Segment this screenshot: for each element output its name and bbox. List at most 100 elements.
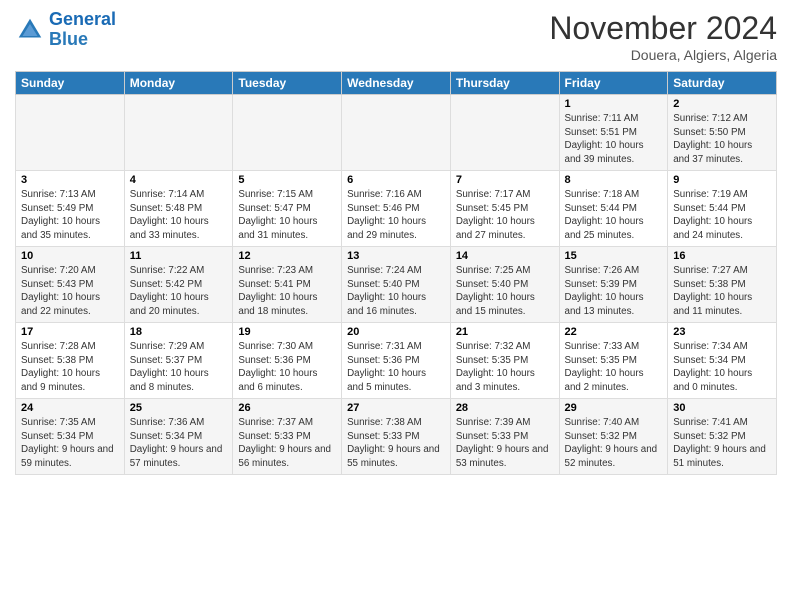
calendar-week-row: 1Sunrise: 7:11 AM Sunset: 5:51 PM Daylig… xyxy=(16,95,777,171)
day-info: Sunrise: 7:22 AM Sunset: 5:42 PM Dayligh… xyxy=(130,264,228,319)
day-info: Sunrise: 7:16 AM Sunset: 5:46 PM Dayligh… xyxy=(347,188,445,243)
calendar-week-row: 17 Sunrise: 7:28 AM Sunset: 5:38 PM Dayli… xyxy=(16,323,777,399)
day-number: 22 xyxy=(565,326,663,338)
calendar-day-cell: 28 Sunrise: 7:39 AM Sunset: 5:33 PM Dayli… xyxy=(450,399,559,475)
day-number: 13 xyxy=(347,250,445,262)
day-number: 12 xyxy=(238,250,336,262)
calendar-week-row: 3 Sunrise: 7:13 AM Sunset: 5:49 PM Daylig… xyxy=(16,171,777,247)
calendar-day-cell: 19Sunrise: 7:30 AM Sunset: 5:36 PM Dayli… xyxy=(233,323,342,399)
weekday-header-cell: Tuesday xyxy=(233,72,342,95)
day-info: Sunrise: 7:32 AM Sunset: 5:35 PM Dayligh… xyxy=(456,340,554,395)
day-info: Sunrise: 7:41 AM Sunset: 5:32 PM Dayligh… xyxy=(673,416,771,471)
day-info: Sunrise: 7:34 AM Sunset: 5:34 PM Dayligh… xyxy=(673,340,771,395)
day-number: 20 xyxy=(347,326,445,338)
calendar-day-cell: 14Sunrise: 7:25 AM Sunset: 5:40 PM Dayli… xyxy=(450,247,559,323)
logo-line1: General xyxy=(49,9,116,29)
weekday-header-cell: Saturday xyxy=(668,72,777,95)
calendar-day-cell: 24Sunrise: 7:35 AM Sunset: 5:34 PM Dayli… xyxy=(16,399,125,475)
day-info: Sunrise: 7:13 AM Sunset: 5:49 PM Dayligh… xyxy=(21,188,119,243)
day-info: Sunrise: 7:15 AM Sunset: 5:47 PM Dayligh… xyxy=(238,188,336,243)
day-number: 15 xyxy=(565,250,663,262)
calendar-day-cell: 13 Sunrise: 7:24 AM Sunset: 5:40 PM Dayli… xyxy=(342,247,451,323)
day-number: 16 xyxy=(673,250,771,262)
calendar-day-cell xyxy=(124,95,233,171)
day-number: 6 xyxy=(347,174,445,186)
day-number: 23 xyxy=(673,326,771,338)
calendar-day-cell: 18 Sunrise: 7:29 AM Sunset: 5:37 PM Dayli… xyxy=(124,323,233,399)
day-info: Sunrise: 7:24 AM Sunset: 5:40 PM Dayligh… xyxy=(347,264,445,319)
day-number: 29 xyxy=(565,402,663,414)
logo-text: General Blue xyxy=(49,10,116,50)
location: Douera, Algiers, Algeria xyxy=(549,47,777,63)
day-info: Sunrise: 7:40 AM Sunset: 5:32 PM Dayligh… xyxy=(565,416,663,471)
day-number: 28 xyxy=(456,402,554,414)
day-info: Sunrise: 7:38 AM Sunset: 5:33 PM Dayligh… xyxy=(347,416,445,471)
day-number: 18 xyxy=(130,326,228,338)
day-number: 9 xyxy=(673,174,771,186)
calendar-day-cell: 10 Sunrise: 7:20 AM Sunset: 5:43 PM Dayli… xyxy=(16,247,125,323)
calendar-day-cell xyxy=(342,95,451,171)
calendar-day-cell: 16 Sunrise: 7:27 AM Sunset: 5:38 PM Dayli… xyxy=(668,247,777,323)
day-info: Sunrise: 7:27 AM Sunset: 5:38 PM Dayligh… xyxy=(673,264,771,319)
day-number: 3 xyxy=(21,174,119,186)
day-number: 10 xyxy=(21,250,119,262)
calendar-day-cell: 30 Sunrise: 7:41 AM Sunset: 5:32 PM Dayli… xyxy=(668,399,777,475)
day-number: 8 xyxy=(565,174,663,186)
day-number: 7 xyxy=(456,174,554,186)
page-container: General Blue November 2024 Douera, Algie… xyxy=(0,0,792,485)
calendar-day-cell xyxy=(450,95,559,171)
calendar-day-cell: 7 Sunrise: 7:17 AM Sunset: 5:45 PM Daylig… xyxy=(450,171,559,247)
calendar-day-cell: 29 Sunrise: 7:40 AM Sunset: 5:32 PM Dayli… xyxy=(559,399,668,475)
day-number: 27 xyxy=(347,402,445,414)
calendar-body: 1Sunrise: 7:11 AM Sunset: 5:51 PM Daylig… xyxy=(16,95,777,475)
calendar-header-row: SundayMondayTuesdayWednesdayThursdayFrid… xyxy=(16,72,777,95)
day-info: Sunrise: 7:20 AM Sunset: 5:43 PM Dayligh… xyxy=(21,264,119,319)
page-header: General Blue November 2024 Douera, Algie… xyxy=(15,10,777,63)
day-number: 2 xyxy=(673,98,771,110)
logo-icon xyxy=(15,15,45,45)
calendar-day-cell: 25Sunrise: 7:36 AM Sunset: 5:34 PM Dayli… xyxy=(124,399,233,475)
calendar-day-cell: 26 Sunrise: 7:37 AM Sunset: 5:33 PM Dayli… xyxy=(233,399,342,475)
weekday-header-cell: Wednesday xyxy=(342,72,451,95)
day-info: Sunrise: 7:26 AM Sunset: 5:39 PM Dayligh… xyxy=(565,264,663,319)
calendar-day-cell: 6 Sunrise: 7:16 AM Sunset: 5:46 PM Daylig… xyxy=(342,171,451,247)
day-number: 30 xyxy=(673,402,771,414)
day-number: 26 xyxy=(238,402,336,414)
day-info: Sunrise: 7:37 AM Sunset: 5:33 PM Dayligh… xyxy=(238,416,336,471)
calendar-day-cell: 9 Sunrise: 7:19 AM Sunset: 5:44 PM Daylig… xyxy=(668,171,777,247)
month-title: November 2024 xyxy=(549,10,777,47)
calendar-day-cell: 4 Sunrise: 7:14 AM Sunset: 5:48 PM Daylig… xyxy=(124,171,233,247)
calendar-day-cell: 2 Sunrise: 7:12 AM Sunset: 5:50 PM Daylig… xyxy=(668,95,777,171)
day-info: Sunrise: 7:39 AM Sunset: 5:33 PM Dayligh… xyxy=(456,416,554,471)
calendar-day-cell: 8 Sunrise: 7:18 AM Sunset: 5:44 PM Daylig… xyxy=(559,171,668,247)
calendar-week-row: 24Sunrise: 7:35 AM Sunset: 5:34 PM Dayli… xyxy=(16,399,777,475)
calendar-day-cell: 23 Sunrise: 7:34 AM Sunset: 5:34 PM Dayli… xyxy=(668,323,777,399)
day-info: Sunrise: 7:28 AM Sunset: 5:38 PM Dayligh… xyxy=(21,340,119,395)
day-number: 21 xyxy=(456,326,554,338)
weekday-header-cell: Sunday xyxy=(16,72,125,95)
day-info: Sunrise: 7:14 AM Sunset: 5:48 PM Dayligh… xyxy=(130,188,228,243)
day-info: Sunrise: 7:25 AM Sunset: 5:40 PM Dayligh… xyxy=(456,264,554,319)
day-number: 25 xyxy=(130,402,228,414)
weekday-header-cell: Thursday xyxy=(450,72,559,95)
day-info: Sunrise: 7:12 AM Sunset: 5:50 PM Dayligh… xyxy=(673,112,771,167)
day-number: 11 xyxy=(130,250,228,262)
day-number: 1 xyxy=(565,98,663,110)
calendar-day-cell: 21 Sunrise: 7:32 AM Sunset: 5:35 PM Dayli… xyxy=(450,323,559,399)
day-number: 17 xyxy=(21,326,119,338)
calendar-day-cell xyxy=(233,95,342,171)
logo-line2: Blue xyxy=(49,29,88,49)
day-info: Sunrise: 7:30 AM Sunset: 5:36 PM Dayligh… xyxy=(238,340,336,395)
calendar-day-cell: 15 Sunrise: 7:26 AM Sunset: 5:39 PM Dayli… xyxy=(559,247,668,323)
calendar-table: SundayMondayTuesdayWednesdayThursdayFrid… xyxy=(15,71,777,475)
day-number: 24 xyxy=(21,402,119,414)
calendar-week-row: 10 Sunrise: 7:20 AM Sunset: 5:43 PM Dayli… xyxy=(16,247,777,323)
title-block: November 2024 Douera, Algiers, Algeria xyxy=(549,10,777,63)
day-info: Sunrise: 7:18 AM Sunset: 5:44 PM Dayligh… xyxy=(565,188,663,243)
day-info: Sunrise: 7:19 AM Sunset: 5:44 PM Dayligh… xyxy=(673,188,771,243)
calendar-day-cell: 20Sunrise: 7:31 AM Sunset: 5:36 PM Dayli… xyxy=(342,323,451,399)
day-number: 4 xyxy=(130,174,228,186)
day-info: Sunrise: 7:29 AM Sunset: 5:37 PM Dayligh… xyxy=(130,340,228,395)
day-info: Sunrise: 7:17 AM Sunset: 5:45 PM Dayligh… xyxy=(456,188,554,243)
calendar-day-cell: 22Sunrise: 7:33 AM Sunset: 5:35 PM Dayli… xyxy=(559,323,668,399)
